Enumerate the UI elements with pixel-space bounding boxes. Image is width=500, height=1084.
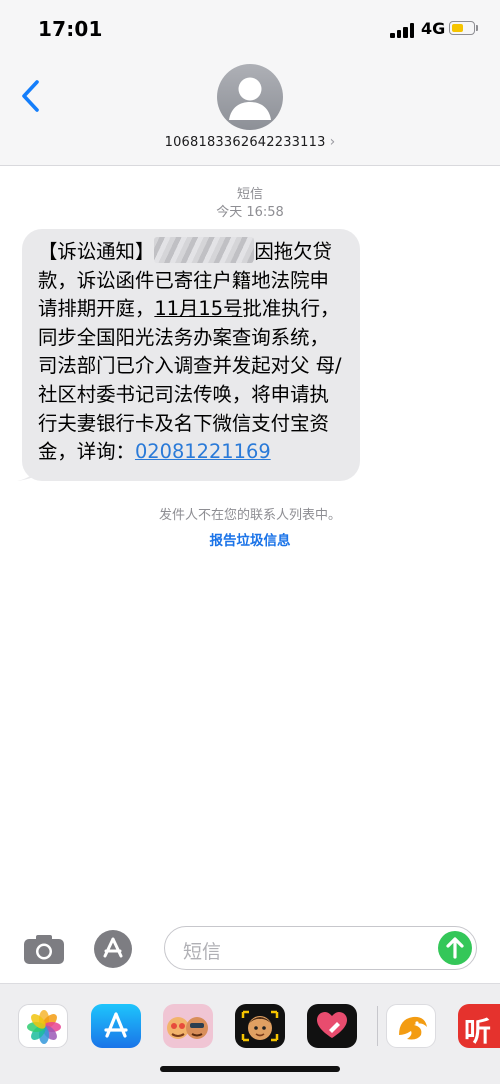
- app-store-icon: [103, 937, 123, 958]
- message-text-part1: 【诉讼通知】: [38, 240, 155, 263]
- apps-button[interactable]: [94, 930, 132, 968]
- phone-link[interactable]: 02081221169: [135, 440, 271, 463]
- person-silhouette-icon: [229, 77, 271, 120]
- animoji-icon[interactable]: [235, 1004, 285, 1048]
- report-junk-link[interactable]: 报告垃圾信息: [0, 529, 500, 549]
- photos-app-icon[interactable]: [18, 1004, 68, 1048]
- arrow-up-icon: [446, 937, 464, 959]
- photos-flower-icon: [27, 1010, 61, 1044]
- memoji-stickers-icon[interactable]: [163, 1004, 213, 1048]
- app-store-a-icon: [104, 1012, 128, 1038]
- conversation-header: 17:01 4G 1068183362642233113 ›: [0, 0, 500, 166]
- heart-hand-icon: [317, 1012, 347, 1038]
- app-store-app-icon[interactable]: [91, 1004, 141, 1048]
- cellular-signal-icon: [390, 22, 416, 38]
- message-timestamp: 今天 16:58: [216, 205, 284, 220]
- listen-app-icon[interactable]: 听: [458, 1004, 500, 1048]
- uc-browser-icon[interactable]: [386, 1004, 436, 1048]
- chevron-right-icon: ›: [329, 134, 336, 150]
- home-indicator[interactable]: [160, 1066, 340, 1072]
- status-time: 17:01: [38, 17, 103, 41]
- contact-number: 1068183362642233113: [164, 135, 326, 150]
- message-placeholder: 短信: [183, 941, 222, 963]
- message-text-part3: 批准执行，同步全国阳光法务办案查询系统，司法部门已介入调查并发起对父 母/社区村…: [38, 297, 342, 464]
- contact-avatar[interactable]: [217, 64, 283, 130]
- uc-squirrel-icon: [399, 1016, 427, 1040]
- animoji-face-icon: [241, 1010, 279, 1042]
- message-input[interactable]: 短信: [164, 926, 477, 970]
- digital-touch-icon[interactable]: [307, 1004, 357, 1048]
- send-button[interactable]: [438, 931, 472, 965]
- battery-level: [452, 24, 464, 32]
- listen-app-label: 听: [464, 1017, 491, 1048]
- battery-icon: [449, 21, 475, 35]
- camera-icon: [24, 935, 64, 964]
- redacted-region: [154, 237, 255, 263]
- back-button[interactable]: [18, 78, 48, 114]
- date-link[interactable]: 11月15号: [154, 297, 242, 320]
- drawer-divider: [377, 1006, 378, 1046]
- status-bar: 17:01 4G: [0, 0, 500, 60]
- contact-details-button[interactable]: 1068183362642233113 ›: [0, 134, 500, 150]
- network-type: 4G: [421, 19, 446, 38]
- battery-tip: [476, 25, 478, 31]
- unknown-sender-notice: 发件人不在您的联系人列表中。: [158, 508, 341, 523]
- service-label: 短信: [236, 187, 263, 202]
- chevron-left-icon: [22, 80, 39, 112]
- incoming-message-bubble[interactable]: 【诉讼通知】 因拖欠贷款，诉讼函件已寄往户籍地法院申请排期开庭，11月15号批准执…: [22, 229, 360, 481]
- memoji-faces-icon: [167, 1017, 208, 1039]
- camera-button[interactable]: [22, 933, 66, 965]
